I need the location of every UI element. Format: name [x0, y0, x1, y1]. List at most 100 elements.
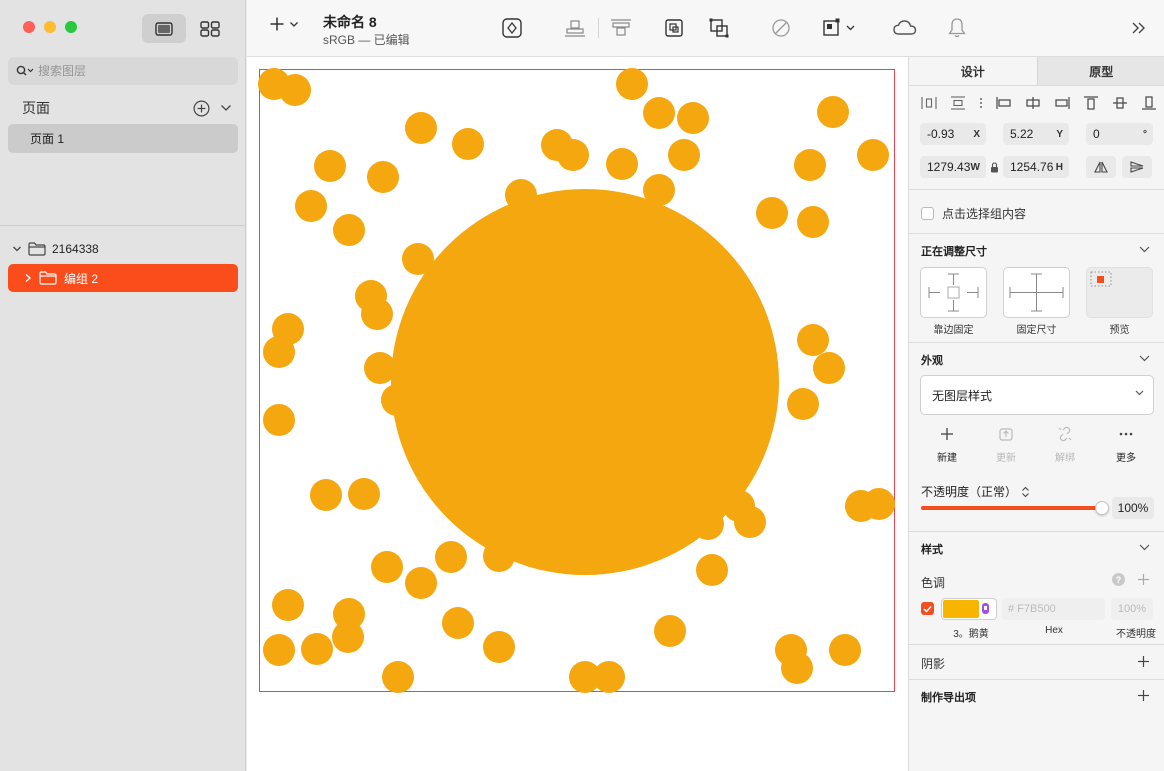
small-circle-shape[interactable]: [263, 634, 295, 666]
small-circle-shape[interactable]: [606, 148, 638, 180]
fill-opacity-field[interactable]: 100%: [1111, 598, 1153, 620]
opacity-slider-knob[interactable]: [1095, 501, 1109, 515]
add-tint-icon[interactable]: [1137, 573, 1150, 586]
select-group-contents-checkbox[interactable]: [921, 207, 934, 220]
small-circle-shape[interactable]: [817, 96, 849, 128]
align-left-icon[interactable]: [996, 96, 1012, 110]
expand-inspector-button[interactable]: [1131, 16, 1147, 40]
small-circle-shape[interactable]: [797, 324, 829, 356]
small-circle-shape[interactable]: [593, 661, 625, 693]
small-circle-shape[interactable]: [263, 336, 295, 368]
opacity-mode-row[interactable]: 不透明度（正常）: [921, 483, 1030, 500]
flip-vertical-button[interactable]: [1122, 156, 1152, 178]
height-field[interactable]: 1254.76 H: [1003, 156, 1069, 178]
chevron-down-icon[interactable]: [220, 104, 232, 112]
search-input[interactable]: [38, 64, 218, 78]
small-circle-shape[interactable]: [402, 243, 434, 275]
layer-row-group[interactable]: 编组 2: [8, 264, 238, 292]
small-circle-shape[interactable]: [333, 214, 365, 246]
align-right-icon[interactable]: [1054, 96, 1070, 110]
small-circle-shape[interactable]: [435, 541, 467, 573]
chevron-up-down-icon[interactable]: [1021, 486, 1030, 498]
artwork-group[interactable]: [247, 57, 908, 771]
rotation-field[interactable]: 0 °: [1086, 123, 1153, 145]
small-circle-shape[interactable]: [483, 540, 515, 572]
chevron-down-icon[interactable]: [1139, 246, 1150, 253]
width-field[interactable]: 1279.43 W: [920, 156, 986, 178]
small-circle-shape[interactable]: [442, 607, 474, 639]
small-circle-shape[interactable]: [272, 589, 304, 621]
pin-to-edge-option[interactable]: [920, 267, 987, 318]
align-top-icon[interactable]: [1083, 96, 1099, 110]
small-circle-shape[interactable]: [797, 206, 829, 238]
small-circle-shape[interactable]: [829, 634, 861, 666]
mask-button[interactable]: [770, 16, 792, 40]
distribute-horizontal-icon[interactable]: [921, 96, 937, 110]
small-circle-shape[interactable]: [857, 139, 889, 171]
layer-style-select[interactable]: 无图层样式: [920, 375, 1154, 415]
chevron-down-icon[interactable]: [12, 245, 22, 253]
small-circle-shape[interactable]: [382, 661, 414, 693]
small-circle-shape[interactable]: [794, 149, 826, 181]
small-circle-shape[interactable]: [483, 631, 515, 663]
align-middle-icon[interactable]: [1112, 96, 1128, 110]
small-circle-shape[interactable]: [668, 139, 700, 171]
small-circle-shape[interactable]: [310, 479, 342, 511]
small-circle-shape[interactable]: [381, 384, 413, 416]
small-circle-shape[interactable]: [348, 478, 380, 510]
fill-enabled-checkbox[interactable]: [921, 602, 934, 615]
small-circle-shape[interactable]: [332, 621, 364, 653]
align-top-button[interactable]: [610, 16, 632, 40]
layer-search[interactable]: [8, 57, 238, 85]
resize-button[interactable]: [821, 16, 857, 40]
opacity-value-field[interactable]: 100%: [1112, 497, 1154, 519]
small-circle-shape[interactable]: [677, 102, 709, 134]
canvas[interactable]: [247, 57, 908, 771]
close-window-button[interactable]: [23, 21, 35, 33]
detach-style-button[interactable]: 解绑: [1040, 426, 1090, 464]
help-icon[interactable]: ?: [1112, 573, 1125, 586]
group-button[interactable]: [663, 16, 685, 40]
chevron-down-icon[interactable]: [1139, 355, 1150, 362]
insert-button[interactable]: [269, 16, 299, 32]
small-circle-shape[interactable]: [295, 190, 327, 222]
add-page-icon[interactable]: [193, 99, 210, 117]
chevron-down-icon[interactable]: [1139, 544, 1150, 551]
small-circle-shape[interactable]: [371, 551, 403, 583]
lock-icon[interactable]: [990, 162, 999, 173]
fill-hex-field[interactable]: # F7B500: [1002, 598, 1105, 620]
small-circle-shape[interactable]: [813, 352, 845, 384]
tab-prototype[interactable]: 原型: [1036, 57, 1164, 85]
align-center-horizontal-icon[interactable]: [1025, 96, 1041, 110]
small-circle-shape[interactable]: [505, 179, 537, 211]
small-circle-shape[interactable]: [301, 633, 333, 665]
small-circle-shape[interactable]: [643, 97, 675, 129]
small-circle-shape[interactable]: [787, 388, 819, 420]
tab-design[interactable]: 设计: [909, 57, 1037, 85]
cloud-button[interactable]: [892, 16, 918, 40]
page-item-1[interactable]: 页面 1: [8, 124, 238, 153]
select-group-contents-row[interactable]: 点击选择组内容: [921, 205, 1026, 222]
small-circle-shape[interactable]: [361, 298, 393, 330]
create-symbol-button[interactable]: [501, 16, 523, 40]
x-position-field[interactable]: -0.93 X: [920, 123, 986, 145]
single-view-button[interactable]: [142, 14, 186, 43]
small-circle-shape[interactable]: [696, 554, 728, 586]
chevron-right-icon[interactable]: [24, 273, 32, 283]
small-circle-shape[interactable]: [734, 506, 766, 538]
small-circle-shape[interactable]: [692, 508, 724, 540]
small-circle-shape[interactable]: [616, 68, 648, 100]
add-shadow-icon[interactable]: [1137, 655, 1150, 668]
ungroup-button[interactable]: [708, 16, 730, 40]
notifications-button[interactable]: [947, 16, 967, 40]
zoom-window-button[interactable]: [65, 21, 77, 33]
more-style-button[interactable]: 更多: [1101, 426, 1151, 464]
layer-row-folder[interactable]: 2164338: [8, 237, 238, 261]
small-circle-shape[interactable]: [643, 174, 675, 206]
minimize-window-button[interactable]: [44, 21, 56, 33]
fixed-size-option[interactable]: [1003, 267, 1070, 318]
small-circle-shape[interactable]: [364, 352, 396, 384]
grid-view-button[interactable]: [188, 14, 232, 43]
distribute-vertical-icon[interactable]: [950, 96, 966, 110]
small-circle-shape[interactable]: [314, 150, 346, 182]
